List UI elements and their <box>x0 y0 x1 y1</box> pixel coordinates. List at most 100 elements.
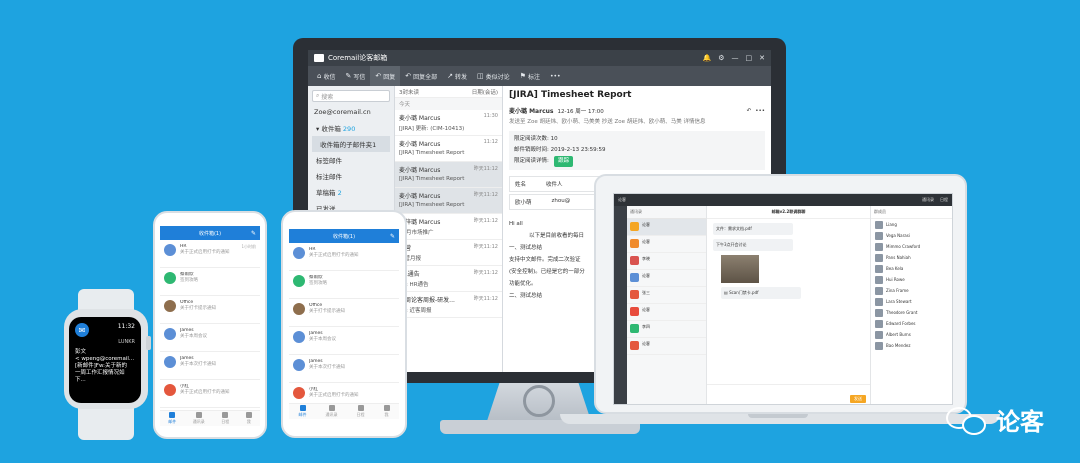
list-item[interactable]: James 关于本周会议 <box>160 324 260 352</box>
folder-flagged[interactable]: 标注邮件 <box>312 168 390 184</box>
watch-crown[interactable] <box>146 336 151 350</box>
toolbar-tag-button[interactable]: ⚑ 标注 <box>515 66 545 86</box>
send-button[interactable]: 发送 <box>850 395 866 403</box>
reply-icon[interactable]: ↶ <box>747 108 752 114</box>
member-item[interactable]: Edward Forbes <box>871 318 952 329</box>
mail-list-item[interactable]: 麦小璐 Marcus 11:30 [JIRA] 更新: (CIM-10413) <box>395 110 502 136</box>
folder-drafts[interactable]: 草稿箱 2 <box>312 184 390 200</box>
mail-list-item[interactable]: 麦梓璐 Marcus 昨天11:12 10月市场推广 <box>395 214 502 240</box>
member-item[interactable]: Zina Frame <box>871 285 952 296</box>
mail-list-item[interactable]: HR通告 昨天11:12 Re: HR通告 <box>395 266 502 292</box>
list-item-time: 1小时前 <box>241 244 256 249</box>
member-item[interactable]: Vega Narasi <box>871 230 952 241</box>
more-icon[interactable]: ••• <box>755 108 765 114</box>
mail-sender[interactable]: 麦小璐 Marcus <box>509 106 553 115</box>
conversation-item[interactable]: 论客 <box>627 304 706 321</box>
list-item[interactable]: 蔡雨欣 签到攻略 <box>289 271 399 299</box>
toolbar-reply-all-button[interactable]: ↶ 回复全部 <box>400 66 442 86</box>
conversation-item[interactable]: 论客 <box>627 236 706 253</box>
compose-icon[interactable]: ✎ <box>251 230 256 237</box>
mail-list-item[interactable]: 本周论客周报-研发... 昨天11:12 Re: 近客周报 <box>395 292 502 318</box>
folder-tagged[interactable]: 标签邮件 <box>312 152 390 168</box>
toolbar-label: 转发 <box>455 73 468 81</box>
folder-inbox[interactable]: ▾ 收件箱 290 <box>312 120 390 136</box>
topbar-item[interactable]: 通讯录 <box>922 197 934 203</box>
mail-list-item[interactable]: 运营昨天11:12 运营月报 <box>395 240 502 266</box>
avatar <box>164 272 176 284</box>
maximize-icon[interactable]: □ <box>746 54 753 62</box>
search-input[interactable]: ⌕ 搜索 <box>312 90 390 102</box>
chat-photo[interactable] <box>721 255 759 283</box>
close-icon[interactable]: ✕ <box>759 54 765 62</box>
topbar-item[interactable]: 日程 <box>940 197 948 203</box>
phone-left-title: 收件箱(1) <box>198 230 222 237</box>
list-item[interactable]: 蔡雨欣 签到攻略 <box>160 268 260 296</box>
watch-notification[interactable]: 彭文 < wpeng@coremail... [新邮件]Fw:关于新的 一周工作… <box>69 345 141 388</box>
chat-file-attachment[interactable]: ▤ Scan门禁卡.pdf <box>721 287 801 299</box>
compose-icon: ✎ <box>345 72 352 80</box>
conversation-item[interactable]: 论客 <box>627 270 706 287</box>
member-item[interactable]: Theodore Grant <box>871 307 952 318</box>
member-item[interactable]: Albert Burns <box>871 329 952 340</box>
folder-inbox-subfolder[interactable]: 收件箱的子邮件夹1 <box>312 136 390 152</box>
settings-icon[interactable]: ⚙ <box>718 54 724 62</box>
tab-mail[interactable]: 邮件 <box>168 412 176 425</box>
tracking-info-box: 限定阅读次数: 10 邮件销毁时间: 2019-2-13 23:59:59 限定… <box>509 131 765 170</box>
mail-list-item[interactable]: 麦小璐 Marcus 昨天11:12 [JIRA] Timesheet Report <box>395 188 502 214</box>
toolbar-inbox-button[interactable]: ⌂ 收信 <box>312 66 340 86</box>
bell-icon[interactable]: 🔔 <box>703 54 712 62</box>
tab-me[interactable]: 我 <box>383 405 390 418</box>
avatar <box>875 308 883 317</box>
tab-calendar[interactable]: 日程 <box>221 412 229 425</box>
detail-link[interactable]: 详情信息 <box>684 119 706 125</box>
tab-contacts[interactable]: 通讯录 <box>326 405 338 418</box>
tab-contacts[interactable]: 通讯录 <box>193 412 205 425</box>
list-item[interactable]: Office 关于打卡提示通知 <box>160 296 260 324</box>
chat-pane: 邮箱v2.2联调群聊 文件：需求文档.pdf 下午3点开会讨论 ▤ Scan门禁… <box>707 206 870 404</box>
toolbar-reply-button[interactable]: ↶ 回复 <box>370 66 401 86</box>
member-item[interactable]: Pans Nahiah <box>871 252 952 263</box>
member-item[interactable]: Hui Rowe <box>871 274 952 285</box>
member-item[interactable]: Bao Mendez <box>871 340 952 351</box>
topbar-item[interactable]: 论客 <box>618 197 626 203</box>
minimize-icon[interactable]: — <box>732 54 739 62</box>
list-item[interactable]: 小红 关于正式启用打卡的通知 <box>160 380 260 408</box>
toolbar-more-button[interactable]: ••• <box>545 66 566 86</box>
member-item[interactable]: Lara Stewart <box>871 296 952 307</box>
conversation-item[interactable]: 论客 <box>627 219 706 236</box>
member-item[interactable]: Bea Kela <box>871 263 952 274</box>
list-item[interactable]: James 关于本次打卡通知 <box>160 352 260 380</box>
avatar <box>875 242 883 251</box>
toolbar-forward-button[interactable]: ↗ 转发 <box>442 66 472 86</box>
account-label[interactable]: Zoe@coremail.cn <box>314 108 390 116</box>
tab-calendar[interactable]: 日程 <box>357 405 365 418</box>
conversation-item[interactable]: 张三 <box>627 287 706 304</box>
folder-label: 收件箱 <box>321 125 341 133</box>
mail-list-item[interactable]: 麦小璐 Marcus 昨天11:12 [JIRA] Timesheet Report <box>395 162 502 188</box>
tab-mail[interactable]: 邮件 <box>299 405 307 418</box>
list-item[interactable]: James 关于本次打卡通知 <box>289 355 399 383</box>
sort-selector[interactable]: 日期(会话) <box>472 88 498 96</box>
mail-list-item[interactable]: 麦小璐 Marcus 11:12 [JIRA] Timesheet Report <box>395 136 502 162</box>
member-item[interactable]: Mimmo Crawford <box>871 241 952 252</box>
tab-me[interactable]: 我 <box>245 412 252 425</box>
track-tag[interactable]: 跟踪 <box>554 156 574 167</box>
conversation-item[interactable]: 李四 <box>627 321 706 338</box>
conversation-name: 论客 <box>642 222 650 227</box>
mail-item-top: 麦小璐 Marcus 11:30 <box>399 113 498 122</box>
list-item[interactable]: HR 关于正式启用打卡的通知 1小时前 <box>160 240 260 268</box>
search-placeholder: 搜索 <box>321 93 334 101</box>
conversation-item[interactable]: 论客 <box>627 338 706 355</box>
list-item[interactable]: Office 关于打卡提示通知 <box>289 299 399 327</box>
toolbar-discuss-button[interactable]: ◫ 类似讨论 <box>472 66 515 86</box>
conversation-item[interactable]: 李晓 <box>627 253 706 270</box>
reply-all-icon: ↶ <box>405 72 412 80</box>
list-item[interactable]: HR 关于正式启用打卡的通知 <box>289 243 399 271</box>
list-item[interactable]: James 关于本周会议 <box>289 327 399 355</box>
toolbar-compose-button[interactable]: ✎ 写信 <box>340 66 370 86</box>
chat-compose-box[interactable]: 发送 <box>707 384 870 404</box>
member-item[interactable]: Liang <box>871 219 952 230</box>
compose-icon[interactable]: ✎ <box>390 233 395 240</box>
list-item-text: 小红 关于正式启用打卡的通知 <box>180 384 252 403</box>
avatar <box>630 324 639 333</box>
